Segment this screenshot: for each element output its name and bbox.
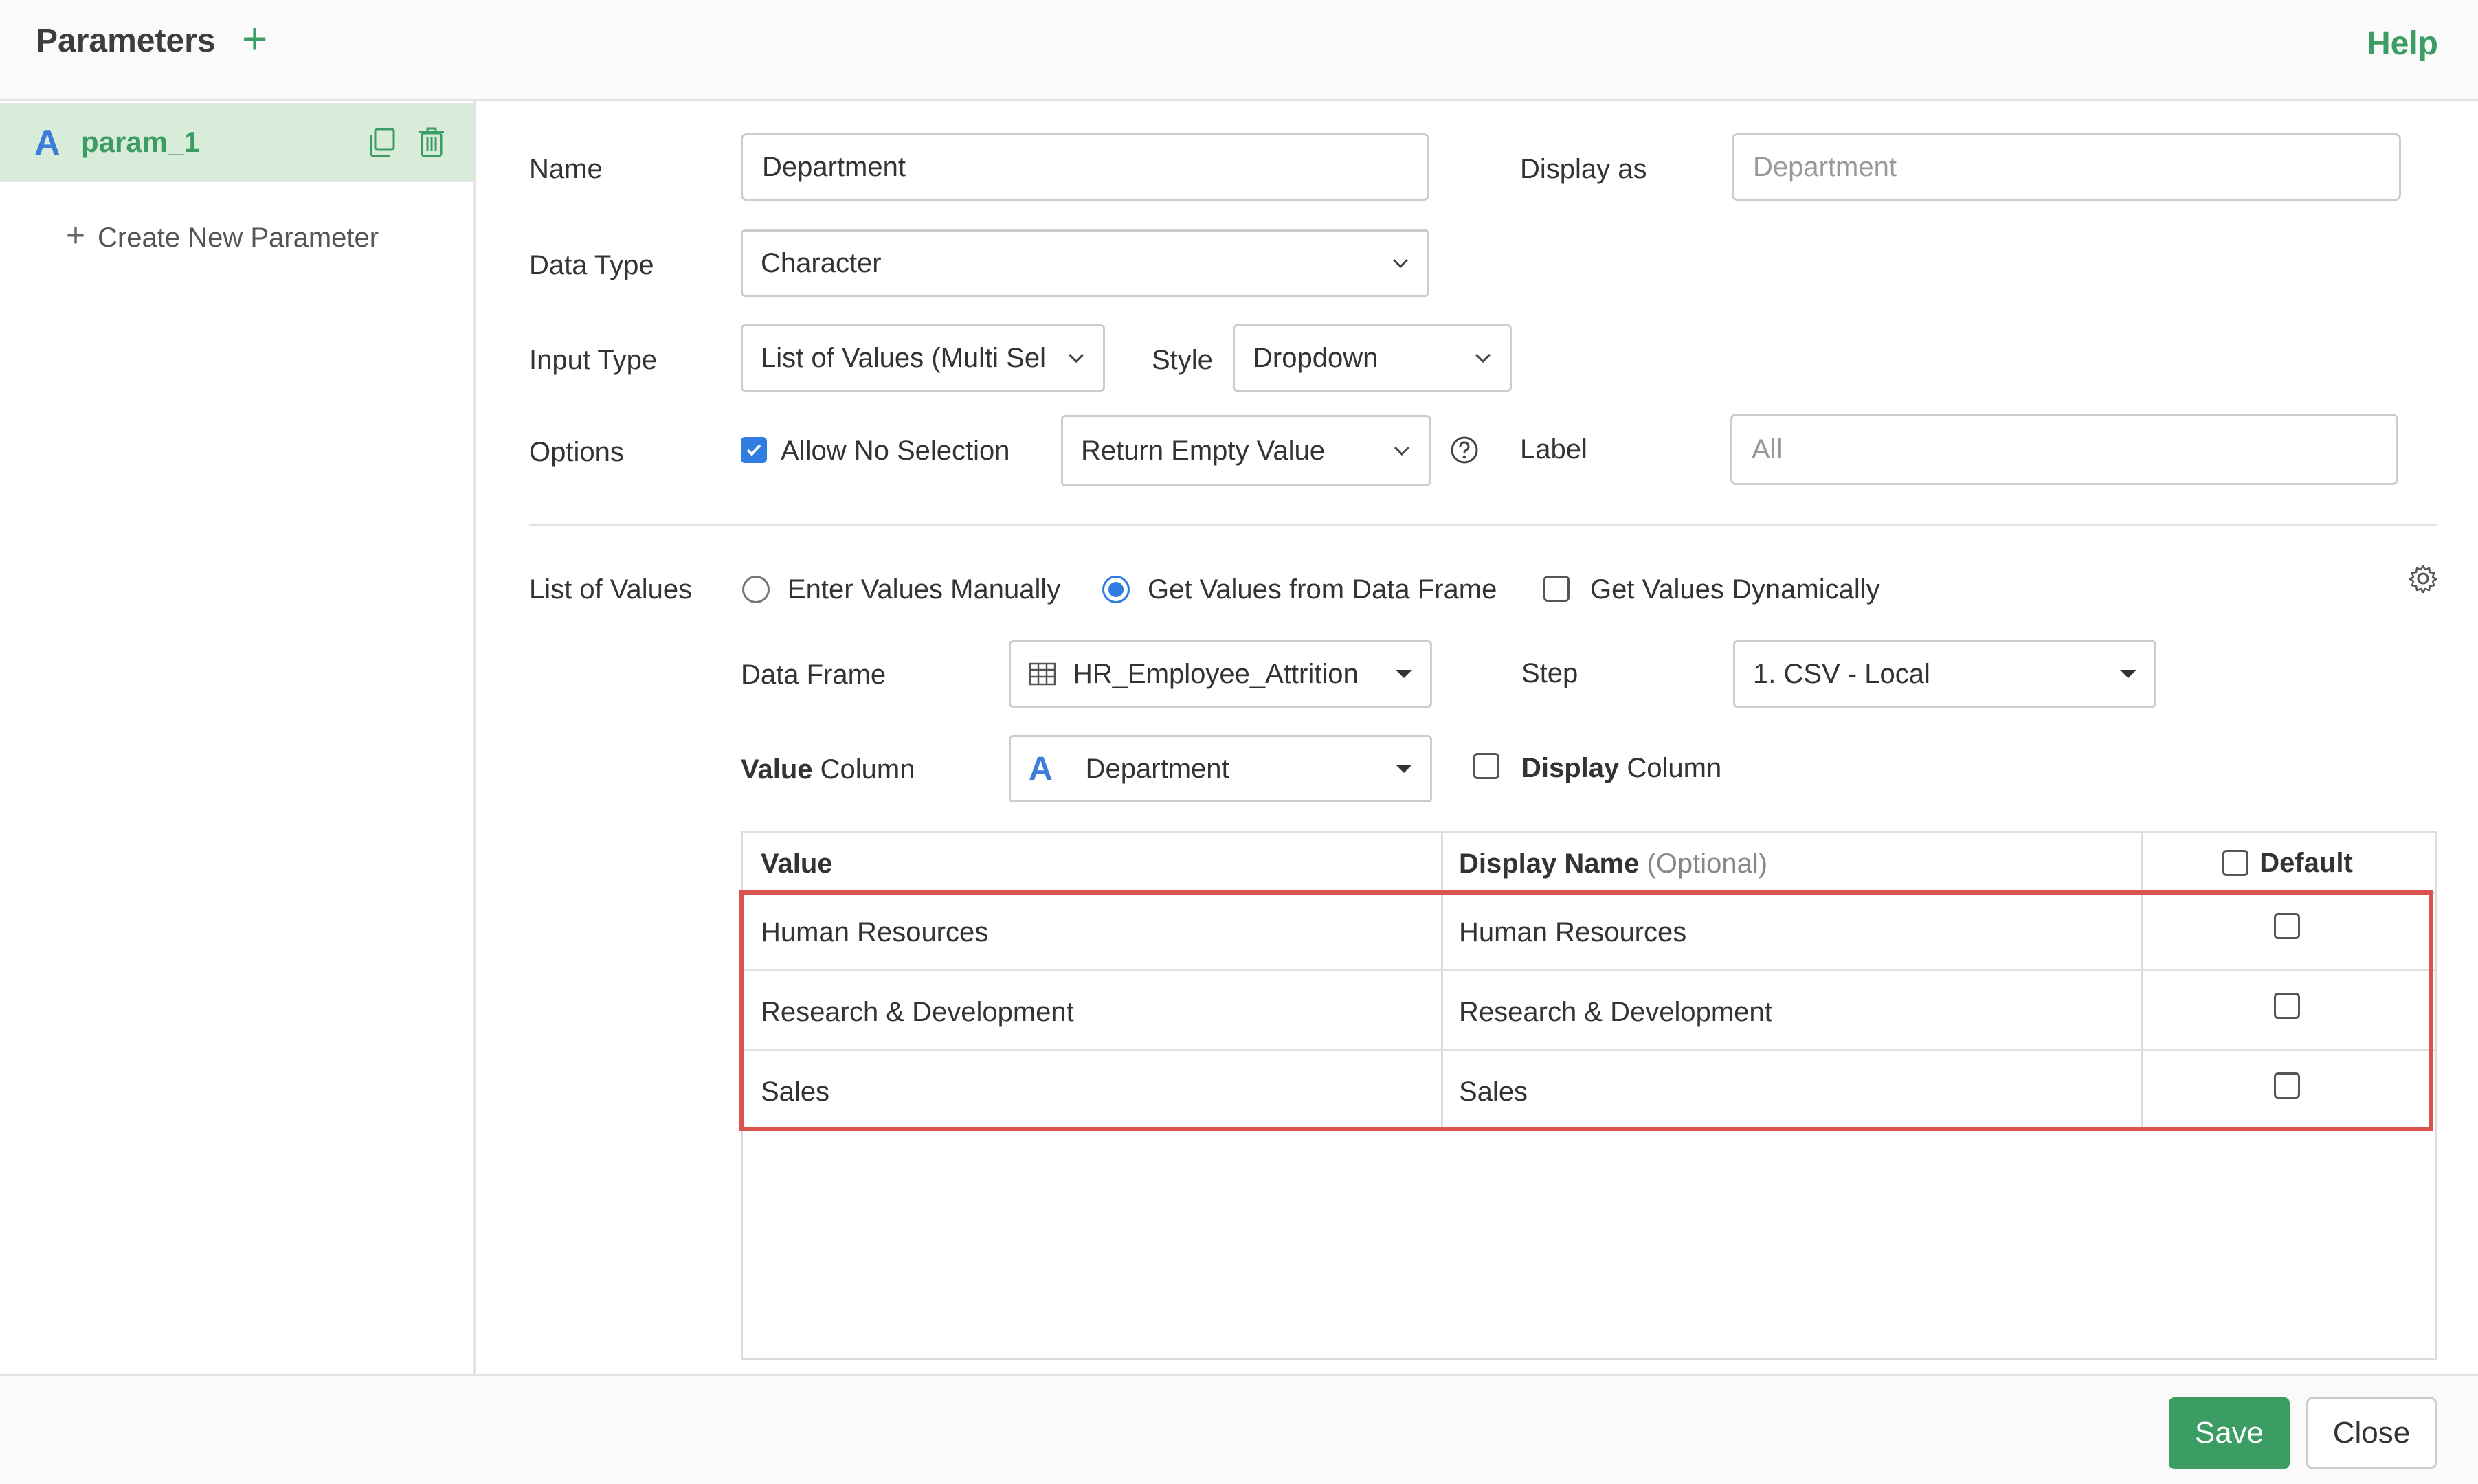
input-type-select[interactable]: List of Values (Multi Sel [741, 324, 1105, 392]
footer-bar [0, 1374, 2478, 1484]
step-label: Step [1521, 658, 1578, 688]
trash-icon[interactable] [418, 126, 445, 158]
caret-down-icon [2120, 670, 2136, 678]
help-question-icon[interactable] [1450, 436, 1479, 464]
get-values-dynamically-checkbox[interactable] [1543, 576, 1570, 602]
display-column-label-rest: Column [1619, 753, 1722, 783]
chevron-down-icon [1068, 353, 1084, 363]
input-type-value: List of Values (Multi Sel [761, 342, 1046, 373]
sidebar-item-param[interactable] [0, 103, 473, 182]
table-grid-icon [1029, 662, 1056, 686]
empty-value-select[interactable]: Return Empty Value [1061, 415, 1431, 486]
data-frame-label: Data Frame [741, 660, 886, 690]
label-input[interactable]: All [1730, 414, 2398, 485]
display-as-input[interactable]: Department [1732, 133, 2401, 201]
name-label: Name [529, 154, 603, 184]
data-frame-value: HR_Employee_Attrition [1073, 658, 1359, 689]
character-type-icon: A [34, 123, 60, 163]
value-column-select[interactable]: A Department [1009, 735, 1432, 802]
display-column-label[interactable]: Display Column [1521, 752, 1721, 785]
options-label: Options [529, 437, 624, 467]
data-type-label: Data Type [529, 250, 654, 280]
list-of-values-label: List of Values [529, 574, 693, 605]
highlight-box [739, 890, 2433, 1131]
enter-values-manually-radio[interactable] [742, 576, 770, 603]
input-type-label: Input Type [529, 345, 658, 375]
get-values-dynamically-label[interactable]: Get Values Dynamically [1590, 573, 1880, 606]
style-select[interactable]: Dropdown [1233, 324, 1512, 392]
chevron-down-icon [1394, 446, 1410, 456]
label-label: Label [1520, 434, 1587, 464]
header-bar [0, 0, 2478, 101]
add-parameter-plus-icon[interactable]: + [242, 16, 267, 60]
help-link[interactable]: Help [2367, 23, 2438, 65]
display-name-header-label: Display Name [1459, 848, 1640, 879]
chevron-down-icon [1475, 353, 1491, 363]
get-values-from-data-frame-label[interactable]: Get Values from Data Frame [1148, 573, 1497, 606]
gear-icon[interactable] [2408, 563, 2438, 594]
table-header-value: Value [743, 833, 1441, 894]
caret-down-icon [1396, 670, 1412, 678]
create-new-parameter-label: Create New Parameter [98, 223, 379, 253]
allow-no-selection-label[interactable]: Allow No Selection [781, 434, 1010, 467]
close-button[interactable]: Close [2306, 1397, 2437, 1469]
data-type-value: Character [761, 247, 882, 278]
step-value: 1. CSV - Local [1753, 658, 1930, 689]
data-type-select[interactable]: Character [741, 229, 1429, 297]
sidebar-item-label[interactable]: param_1 [81, 125, 200, 159]
chevron-down-icon [1392, 258, 1409, 269]
data-frame-select[interactable]: HR_Employee_Attrition [1009, 640, 1432, 708]
style-label: Style [1152, 345, 1213, 375]
get-values-from-data-frame-radio[interactable] [1102, 576, 1130, 603]
step-select[interactable]: 1. CSV - Local [1733, 640, 2156, 708]
value-column-label-bold: Value [741, 754, 813, 785]
page-title: Parameters [36, 23, 216, 59]
checkmark-icon [746, 444, 761, 456]
display-column-checkbox[interactable] [1473, 753, 1499, 779]
create-new-parameter-button[interactable]: + Create New Parameter [66, 220, 379, 254]
optional-hint: (Optional) [1647, 848, 1768, 879]
save-button[interactable]: Save [2169, 1397, 2290, 1469]
plus-icon: + [66, 218, 86, 254]
name-input[interactable]: Department [741, 133, 1429, 201]
enter-values-manually-label[interactable]: Enter Values Manually [788, 573, 1060, 606]
section-divider [529, 524, 2437, 526]
value-column-value: Department [1085, 753, 1229, 784]
radio-dot [1108, 582, 1124, 597]
value-column-label: Value Column [741, 753, 915, 786]
name-input-value: Department [762, 152, 906, 182]
label-placeholder: All [1752, 434, 1783, 464]
style-value: Dropdown [1253, 342, 1378, 373]
display-as-label: Display as [1520, 154, 1647, 184]
empty-value-value: Return Empty Value [1081, 435, 1325, 466]
character-type-icon: A [1029, 750, 1053, 787]
copy-icon[interactable] [368, 128, 396, 158]
default-header-label: Default [2259, 847, 2353, 878]
caret-down-icon [1396, 765, 1412, 773]
value-column-label-rest: Column [812, 754, 915, 785]
table-header-display-name: Display Name (Optional) [1441, 833, 2141, 894]
table-header-default: Default [2141, 833, 2435, 894]
default-select-all-checkbox[interactable] [2222, 849, 2249, 876]
display-column-label-bold: Display [1521, 753, 1620, 783]
allow-no-selection-checkbox[interactable] [741, 437, 767, 463]
parameter-sidebar [0, 101, 476, 1374]
display-as-placeholder: Department [1753, 152, 1897, 182]
